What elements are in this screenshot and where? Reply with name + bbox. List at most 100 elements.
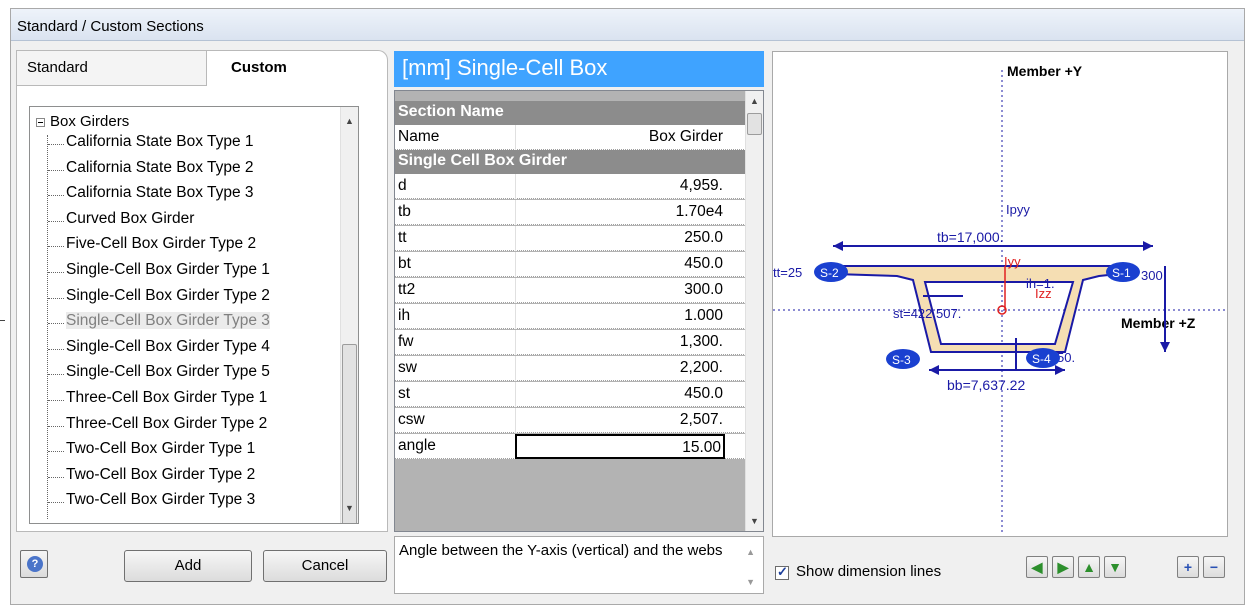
property-row-sw[interactable]: sw 2,200. [395,356,746,381]
arrow-right-icon: ▶ [1057,559,1069,575]
property-value[interactable]: 1.70e4 [515,200,725,225]
property-row-csw[interactable]: csw 2,507. [395,408,746,433]
tree-item[interactable]: Two-Cell Box Girder Type 1 [48,440,255,466]
s3-label: S-3 [892,353,911,367]
scroll-down-icon[interactable]: ▼ [746,513,763,530]
collapse-icon[interactable] [36,118,45,127]
scrollbar-thumb[interactable] [747,113,762,135]
member-z-label: Member +Z [1121,315,1196,331]
tree-item[interactable]: Single-Cell Box Girder Type 1 [48,261,270,287]
arrow-left-icon [833,241,843,251]
property-value[interactable]: 250.0 [515,226,725,251]
tab-standard[interactable]: Standard [16,50,206,86]
tree-item[interactable]: Two-Cell Box Girder Type 3 [48,491,255,517]
tab-panel: Box Girders California State Box Type 1 C… [16,86,388,532]
property-value[interactable]: 450.0 [515,252,725,277]
tt-dim-label: tt=25 [773,265,802,280]
section-tree[interactable]: Box Girders California State Box Type 1 C… [29,106,359,524]
pan-right-button[interactable]: ▶ [1052,556,1074,578]
category-section-name[interactable]: Section Name [395,101,746,125]
property-row-tt[interactable]: tt 250.0 [395,226,746,251]
tb-dim-label: tb=17,000. [937,229,1004,245]
t300-label: 300 [1141,268,1163,283]
help-button[interactable]: ? [20,550,48,578]
tree-item[interactable]: Two-Cell Box Girder Type 2 [48,466,255,492]
tab-custom[interactable]: Custom [206,50,388,86]
property-value[interactable]: Box Girder [515,125,725,150]
show-dimension-lines-label: Show dimension lines [796,563,942,580]
tree-item[interactable]: Single-Cell Box Girder Type 3 [48,312,270,338]
arrow-left-icon [929,365,939,375]
tree-root-box-girders[interactable]: Box Girders [50,113,129,130]
scrollbar-thumb[interactable] [342,344,357,523]
st-dim-label: st=422,507. [893,306,961,321]
property-row-tb[interactable]: tb 1.70e4 [395,200,746,225]
ih-dim-label: ih=1. [1026,276,1055,291]
description-text: Angle between the Y-axis (vertical) and … [399,542,723,559]
grid-scrollbar[interactable]: ▲ ▼ [745,91,763,531]
property-value[interactable]: 4,959. [515,174,725,199]
property-name: sw [398,359,417,376]
property-value[interactable]: 2,507. [515,408,725,433]
property-value[interactable]: 300.0 [515,278,725,303]
s4-label: S-4 [1032,352,1051,366]
property-name: d [398,177,407,194]
tree-item[interactable]: Single-Cell Box Girder Type 5 [48,363,270,389]
category-single-cell[interactable]: Single Cell Box Girder [395,150,746,174]
section-drawing[interactable]: Member +Y Member +Z tb=17,000. bb=7,637.… [772,51,1228,537]
stress-point-s3: S-3 [886,349,920,369]
arrow-left-icon: ◀ [1031,559,1043,575]
tree-item[interactable]: Single-Cell Box Girder Type 4 [48,338,270,364]
tree-item[interactable]: Three-Cell Box Girder Type 2 [48,415,267,441]
property-row-d[interactable]: d 4,959. [395,174,746,199]
tree-item-label: Five-Cell Box Girder Type 2 [66,235,257,253]
tree-item-label: Single-Cell Box Girder Type 5 [66,363,270,381]
pan-left-button[interactable]: ◀ [1026,556,1048,578]
arrow-up-icon: ▲ [1082,559,1096,575]
tree-item[interactable]: Three-Cell Box Girder Type 1 [48,389,267,415]
pan-down-button[interactable]: ▼ [1104,556,1126,578]
property-value[interactable]: 1.000 [515,304,725,329]
property-row-ih[interactable]: ih 1.000 [395,304,746,329]
scroll-down-icon[interactable]: ▼ [341,500,358,517]
add-button[interactable]: Add [124,550,252,582]
show-dimension-lines-checkbox[interactable] [775,564,789,580]
pan-up-button[interactable]: ▲ [1078,556,1100,578]
property-row-fw[interactable]: fw 1,300. [395,330,746,355]
property-row-tt2[interactable]: tt2 300.0 [395,278,746,303]
property-row-angle[interactable]: angle 15.00 [395,434,746,459]
scroll-up-icon[interactable]: ▲ [746,543,755,562]
property-value[interactable]: 2,200. [515,356,725,381]
tree-item-label: Single-Cell Box Girder Type 3 [66,312,270,330]
tree-scrollbar[interactable]: ▲ ▼ [340,107,358,523]
help-icon: ? [27,556,43,572]
property-value[interactable]: 15.00 [515,434,725,459]
property-row-name[interactable]: Name Box Girder [395,125,746,150]
tree-item[interactable]: Single-Cell Box Girder Type 2 [48,287,270,313]
property-name: st [398,385,411,402]
property-name: bt [398,255,411,272]
property-name: angle [398,437,436,454]
zoom-in-button[interactable]: + [1177,556,1199,578]
tree-item-label: Single-Cell Box Girder Type 1 [66,261,270,278]
property-value[interactable]: 450.0 [515,382,725,407]
property-description: Angle between the Y-axis (vertical) and … [394,536,764,594]
cancel-button[interactable]: Cancel [263,550,387,582]
tree-item[interactable]: California State Box Type 2 [48,159,254,185]
property-row-bt[interactable]: bt 450.0 [395,252,746,277]
scroll-down-icon[interactable]: ▼ [746,573,755,592]
zoom-out-button[interactable]: − [1203,556,1225,578]
tree-item[interactable]: California State Box Type 3 [48,184,254,210]
scroll-up-icon[interactable]: ▲ [341,113,358,130]
property-value[interactable]: 1,300. [515,330,725,355]
scroll-up-icon[interactable]: ▲ [746,93,763,110]
tree-item-label: California State Box Type 1 [66,133,254,150]
tree-item-label: California State Box Type 3 [66,184,254,202]
tree-item[interactable]: Curved Box Girder [48,210,194,236]
property-row-st[interactable]: st 450.0 [395,382,746,407]
tree-item[interactable]: Five-Cell Box Girder Type 2 [48,235,256,261]
stress-point-s4: S-4 [1026,348,1060,368]
tree-item-label: Two-Cell Box Girder Type 3 [66,491,256,509]
tree-item[interactable]: California State Box Type 1 [48,133,254,159]
arrow-right-icon [1055,365,1065,375]
